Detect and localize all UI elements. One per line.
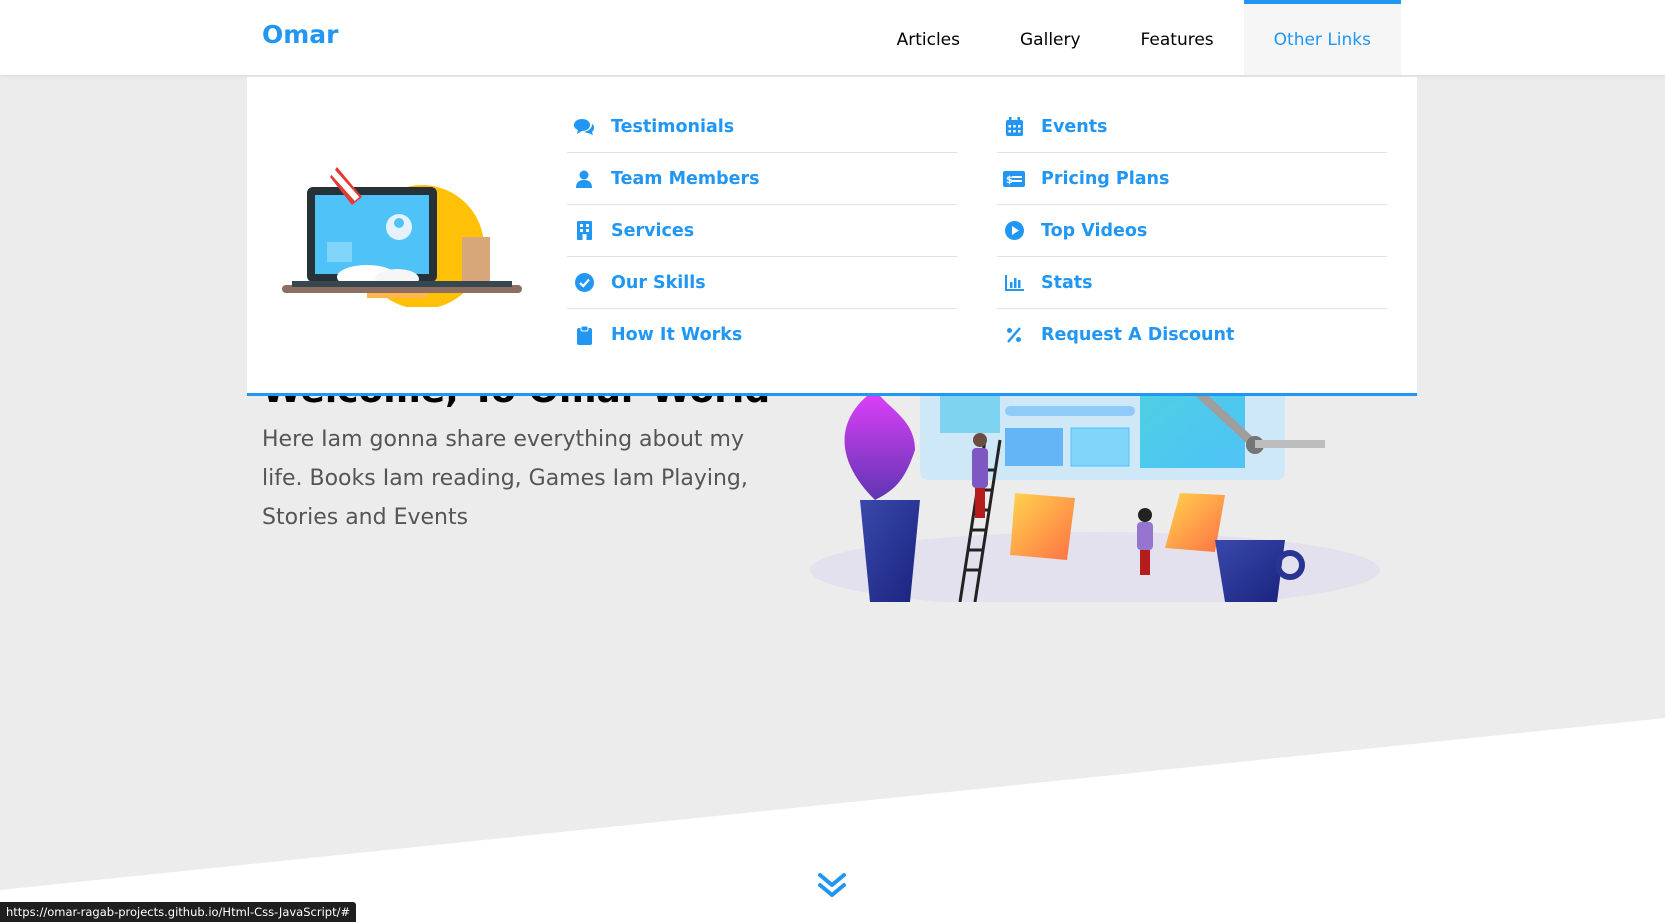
laptop-rocket-illustration	[282, 167, 522, 307]
site-logo[interactable]: Omar	[262, 20, 339, 49]
clipboard-icon	[572, 325, 596, 345]
menu-link-label: Pricing Plans	[1041, 168, 1170, 189]
hero-text: Here Iam gonna share everything about my…	[262, 427, 748, 530]
menu-column-left: Testimonials Team Members Services Our S…	[567, 101, 957, 361]
menu-link-team-members[interactable]: Team Members	[567, 153, 957, 205]
main-nav: Articles Gallery Features Other Links	[867, 0, 1401, 75]
check-circle-icon	[572, 273, 596, 293]
menu-column-right: Events $ Pricing Plans Top Videos Stats …	[997, 101, 1387, 361]
percent-icon	[1002, 325, 1026, 345]
menu-link-how-it-works[interactable]: How It Works	[567, 309, 957, 361]
nav-other-links[interactable]: Other Links	[1243, 0, 1401, 75]
menu-link-label: Testimonials	[611, 116, 735, 137]
menu-link-pricing-plans[interactable]: $ Pricing Plans	[997, 153, 1387, 205]
building-icon	[572, 221, 596, 241]
menu-link-services[interactable]: Services	[567, 205, 957, 257]
play-circle-icon	[1002, 221, 1026, 241]
menu-link-label: Top Videos	[1041, 220, 1148, 241]
menu-link-label: Our Skills	[611, 272, 706, 293]
mega-menu: Testimonials Team Members Services Our S…	[247, 77, 1417, 396]
menu-link-top-videos[interactable]: Top Videos	[997, 205, 1387, 257]
header: Omar Articles Gallery Features Other Lin…	[0, 0, 1665, 75]
menu-link-events[interactable]: Events	[997, 101, 1387, 153]
chevron-double-down-icon[interactable]	[817, 872, 847, 900]
status-bar-url: https://omar-ragab-projects.github.io/Ht…	[0, 902, 357, 922]
money-card-icon: $	[1002, 169, 1026, 189]
calendar-icon	[1002, 117, 1026, 137]
menu-link-label: Events	[1041, 116, 1108, 137]
nav-gallery[interactable]: Gallery	[990, 0, 1111, 75]
menu-link-label: How It Works	[611, 325, 743, 345]
hero-illustration	[810, 370, 1380, 602]
menu-link-request-a-discount[interactable]: Request A Discount	[997, 309, 1387, 361]
menu-link-our-skills[interactable]: Our Skills	[567, 257, 957, 309]
menu-link-testimonials[interactable]: Testimonials	[567, 101, 957, 153]
menu-link-label: Team Members	[611, 168, 760, 189]
menu-link-label: Services	[611, 220, 695, 241]
menu-link-label: Request A Discount	[1041, 325, 1235, 345]
svg-text:$: $	[1006, 175, 1013, 186]
user-icon	[572, 169, 596, 189]
menu-link-label: Stats	[1041, 272, 1093, 293]
menu-link-stats[interactable]: Stats	[997, 257, 1387, 309]
nav-articles[interactable]: Articles	[867, 0, 990, 75]
nav-features[interactable]: Features	[1111, 0, 1244, 75]
comments-icon	[572, 117, 596, 137]
chart-bar-icon	[1002, 273, 1026, 293]
